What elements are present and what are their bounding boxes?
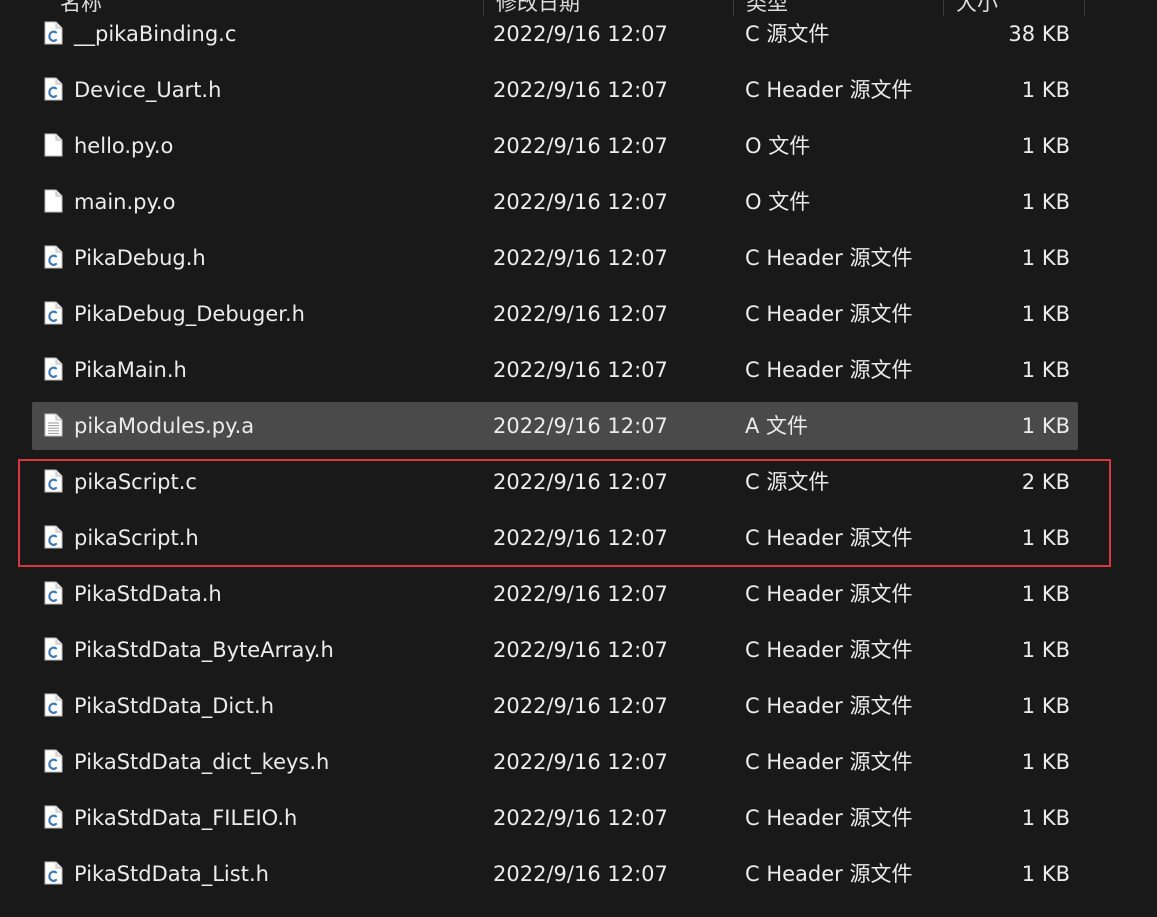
file-date-modified: 2022/9/16 12:07 [493,302,668,326]
file-size: 1 KB [1021,78,1070,102]
file-size: 1 KB [1021,190,1070,214]
c-source-file-icon [44,581,63,605]
c-source-file-icon [44,805,63,829]
file-size: 1 KB [1021,358,1070,382]
file-type: C Header 源文件 [745,862,913,886]
file-name: PikaDebug_Debuger.h [74,302,305,326]
file-name: hello.py.o [74,134,174,158]
file-row[interactable]: PikaStdData.h 2022/9/16 12:07 C Header 源文件… [32,570,1078,618]
file-name: pikaScript.h [74,526,199,550]
file-size: 1 KB [1021,302,1070,326]
file-size: 1 KB [1021,134,1070,158]
file-name: PikaStdData_List.h [74,862,269,886]
file-name: PikaStdData_dict_keys.h [74,750,330,774]
file-type: C Header 源文件 [745,526,913,550]
file-date-modified: 2022/9/16 12:07 [493,246,668,270]
file-size: 1 KB [1021,582,1070,606]
file-name: PikaStdData_Dict.h [74,694,275,718]
c-source-file-icon [44,357,63,381]
file-size: 1 KB [1021,638,1070,662]
file-name: main.py.o [74,190,176,214]
file-row[interactable]: PikaMain.h 2022/9/16 12:07 C Header 源文件 1 K… [32,346,1078,394]
file-row[interactable]: PikaStdData_dict_keys.h 2022/9/16 12:07 C … [32,738,1078,786]
file-name: __pikaBinding.c [74,22,237,46]
c-source-file-icon [44,693,63,717]
file-size: 38 KB [1008,22,1070,46]
file-type: C Header 源文件 [745,246,913,270]
c-source-file-icon [44,749,63,773]
file-row[interactable]: PikaStdData_ByteArray.h 2022/9/16 12:07 C … [32,626,1078,674]
file-name: PikaStdData_ByteArray.h [74,638,334,662]
file-date-modified: 2022/9/16 12:07 [493,582,668,606]
file-type: O 文件 [745,190,811,214]
file-row[interactable]: __pikaBinding.c 2022/9/16 12:07 C 源文件 38 KB [32,10,1078,58]
file-date-modified: 2022/9/16 12:07 [493,638,668,662]
file-type: C Header 源文件 [745,750,913,774]
file-row[interactable]: pikaModules.py.a 2022/9/16 12:07 A 文件 1 KB [32,402,1078,450]
file-type: C Header 源文件 [745,78,913,102]
file-row[interactable]: Device_Uart.h 2022/9/16 12:07 C Header 源文件… [32,66,1078,114]
c-source-file-icon [44,469,63,493]
c-source-file-icon [44,525,63,549]
file-date-modified: 2022/9/16 12:07 [493,190,668,214]
file-size: 1 KB [1021,694,1070,718]
file-size: 1 KB [1021,246,1070,270]
file-type: C Header 源文件 [745,302,913,326]
file-name: pikaScript.c [74,470,197,494]
c-source-file-icon [44,21,63,45]
file-type: O 文件 [745,134,811,158]
file-name: Device_Uart.h [74,78,222,102]
file-name: PikaDebug.h [74,246,206,270]
file-size: 2 KB [1021,470,1070,494]
file-size: 1 KB [1021,414,1070,438]
file-row[interactable]: pikaScript.h 2022/9/16 12:07 C Header 源文件 1… [32,514,1078,562]
file-row[interactable]: main.py.o 2022/9/16 12:07 O 文件 1 KB [32,178,1078,226]
c-source-file-icon [44,301,63,325]
file-type: C 源文件 [745,22,830,46]
blank-file-icon [44,189,63,213]
file-date-modified: 2022/9/16 12:07 [493,526,668,550]
file-row[interactable]: PikaStdData_Dict.h 2022/9/16 12:07 C Heade… [32,682,1078,730]
file-type: C Header 源文件 [745,582,913,606]
file-type: C Header 源文件 [745,694,913,718]
text-file-icon [44,413,63,437]
file-date-modified: 2022/9/16 12:07 [493,750,668,774]
file-name: pikaModules.py.a [74,414,255,438]
file-date-modified: 2022/9/16 12:07 [493,694,668,718]
file-date-modified: 2022/9/16 12:07 [493,862,668,886]
c-source-file-icon [44,637,63,661]
file-row[interactable]: PikaDebug.h 2022/9/16 12:07 C Header 源文件 1 … [32,234,1078,282]
file-row[interactable]: PikaStdData_FILEIO.h 2022/9/16 12:07 C Hea… [32,794,1078,842]
file-row[interactable]: PikaDebug_Debuger.h 2022/9/16 12:07 C Head… [32,290,1078,338]
file-row[interactable]: hello.py.o 2022/9/16 12:07 O 文件 1 KB [32,122,1078,170]
file-date-modified: 2022/9/16 12:07 [493,358,668,382]
file-date-modified: 2022/9/16 12:07 [493,134,668,158]
file-date-modified: 2022/9/16 12:07 [493,414,668,438]
file-size: 1 KB [1021,526,1070,550]
blank-file-icon [44,133,63,157]
file-size: 1 KB [1021,750,1070,774]
c-source-file-icon [44,77,63,101]
file-type: C 源文件 [745,470,830,494]
file-date-modified: 2022/9/16 12:07 [493,806,668,830]
file-name: PikaStdData_FILEIO.h [74,806,298,830]
c-source-file-icon [44,245,63,269]
file-type: C Header 源文件 [745,638,913,662]
file-date-modified: 2022/9/16 12:07 [493,22,668,46]
file-name: PikaStdData.h [74,582,222,606]
file-type: C Header 源文件 [745,358,913,382]
file-size: 1 KB [1021,862,1070,886]
file-row[interactable]: PikaStdData_List.h 2022/9/16 12:07 C Heade… [32,850,1078,898]
file-date-modified: 2022/9/16 12:07 [493,470,668,494]
file-explorer-window: 名称 修改日期 类型 大小 __pikaBinding.c 2022/9/16 1… [0,0,1157,917]
file-type: A 文件 [745,414,809,438]
file-row[interactable]: pikaScript.c 2022/9/16 12:07 C 源文件 2 KB [32,458,1078,506]
c-source-file-icon [44,861,63,885]
file-size: 1 KB [1021,806,1070,830]
file-name: PikaMain.h [74,358,187,382]
file-date-modified: 2022/9/16 12:07 [493,78,668,102]
file-type: C Header 源文件 [745,806,913,830]
